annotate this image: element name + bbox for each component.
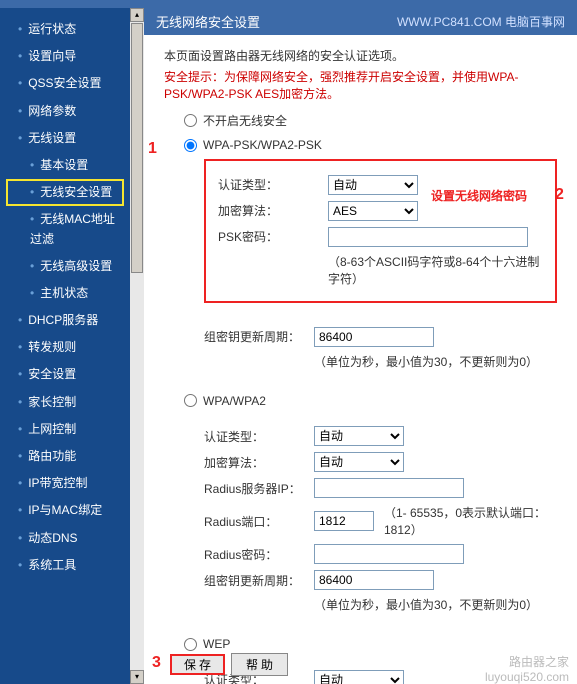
gk-hint: （单位为秒，最小值为30，不更新则为0） [314,353,538,370]
radius-pw-label: Radius密码： [204,546,304,563]
enc-algo-label: 加密算法： [218,202,318,219]
nav-mac-filter[interactable]: 无线MAC地址过滤 [0,206,130,252]
footer-watermark: 路由器之家 luyouqi520.com [485,653,569,684]
nav-qss[interactable]: QSS安全设置 [0,70,130,97]
wpa-auth-select[interactable]: 自动 [314,426,404,446]
nav-parental[interactable]: 家长控制 [0,389,130,416]
nav-running-status[interactable]: 运行状态 [0,16,130,43]
wpa-psk-box: 设置无线网络密码 认证类型： 自动 加密算法： AES PSK密码： （8-63… [204,159,557,303]
radio-wpa-label[interactable]: WPA/WPA2 [184,394,266,408]
wpa-enc-label: 加密算法： [204,454,304,471]
gk-label: 组密钥更新周期： [204,328,304,345]
radio-wpa-psk-label[interactable]: WPA-PSK/WPA2-PSK [184,138,322,152]
annotation-3: 3 [152,654,161,672]
gk2-input[interactable] [314,570,434,590]
intro-text: 本页面设置路由器无线网络的安全认证选项。 [164,47,557,64]
radio-wep-label[interactable]: WEP [184,637,230,651]
enc-algo-select[interactable]: AES [328,201,418,221]
radio-none[interactable] [184,114,197,127]
radius-port-label: Radius端口： [204,513,304,530]
wpa-enc-select[interactable]: 自动 [314,452,404,472]
nav-system-tools[interactable]: 系统工具 [0,552,130,579]
radio-none-text: 不开启无线安全 [203,112,287,129]
nav-dhcp[interactable]: DHCP服务器 [0,307,130,334]
save-button[interactable]: 保 存 [170,654,225,675]
radio-none-label[interactable]: 不开启无线安全 [184,112,287,129]
radio-wpa-psk-text: WPA-PSK/WPA2-PSK [203,138,322,152]
nav-wireless[interactable]: 无线设置 [0,125,130,152]
annotation-2: 2 [555,186,564,204]
radio-wpa[interactable] [184,394,197,407]
button-bar: 保 存 帮 助 [170,653,288,676]
security-tip: 安全提示：为保障网络安全，强烈推荐开启安全设置，并使用WPA-PSK/WPA2-… [164,68,557,102]
radio-wep-text: WEP [203,637,230,651]
psk-hint: （8-63个ASCII码字符或8-64个十六进制字符） [328,253,543,287]
radio-wpa-psk[interactable] [184,139,197,152]
radio-wep[interactable] [184,638,197,651]
sidebar-scrollbar[interactable]: ▴ ▾ [130,8,144,684]
radio-wpa-text: WPA/WPA2 [203,394,266,408]
gk2-hint: （单位为秒，最小值为30，不更新则为0） [314,596,538,613]
scroll-down-icon[interactable]: ▾ [130,670,144,684]
radius-ip-label: Radius服务器IP： [204,480,304,497]
radius-port-input[interactable] [314,511,374,531]
header: 无线网络安全设置 WWW.PC841.COM 电脑百事网 [144,8,577,35]
radius-ip-input[interactable] [314,478,464,498]
wep-auth-select[interactable]: 自动 [314,670,404,684]
psk-note: 设置无线网络密码 [431,187,527,204]
psk-input[interactable] [328,227,528,247]
help-button[interactable]: 帮 助 [231,653,288,676]
nav-access-control[interactable]: 上网控制 [0,416,130,443]
nav-forward[interactable]: 转发规则 [0,334,130,361]
nav-bandwidth[interactable]: IP带宽控制 [0,470,130,497]
nav-advanced[interactable]: 无线高级设置 [0,253,130,280]
scroll-up-icon[interactable]: ▴ [130,8,144,22]
psk-label: PSK密码： [218,228,318,245]
auth-type-select[interactable]: 自动 [328,175,418,195]
nav-host-status[interactable]: 主机状态 [0,280,130,307]
nav-ip-mac[interactable]: IP与MAC绑定 [0,497,130,524]
nav-security[interactable]: 安全设置 [0,361,130,388]
nav-network-params[interactable]: 网络参数 [0,98,130,125]
wpa-auth-label: 认证类型： [204,428,304,445]
radius-port-hint: （1- 65535，0表示默认端口：1812） [384,504,557,538]
nav-ddns[interactable]: 动态DNS [0,525,130,552]
nav-wireless-security[interactable]: 无线安全设置 [6,179,124,206]
nav-basic-settings[interactable]: 基本设置 [0,152,130,179]
annotation-1: 1 [148,140,157,158]
nav-setup-wizard[interactable]: 设置向导 [0,43,130,70]
watermark-header: WWW.PC841.COM 电脑百事网 [397,13,565,30]
page-title: 无线网络安全设置 [156,12,260,31]
sidebar: 运行状态 设置向导 QSS安全设置 网络参数 无线设置 基本设置 无线安全设置 … [0,8,130,684]
gk2-label: 组密钥更新周期： [204,572,304,589]
nav-routing[interactable]: 路由功能 [0,443,130,470]
auth-type-label: 认证类型： [218,176,318,193]
gk-input[interactable] [314,327,434,347]
radius-pw-input[interactable] [314,544,464,564]
scroll-thumb[interactable] [131,23,143,273]
main-panel: 无线网络安全设置 WWW.PC841.COM 电脑百事网 本页面设置路由器无线网… [144,8,577,684]
